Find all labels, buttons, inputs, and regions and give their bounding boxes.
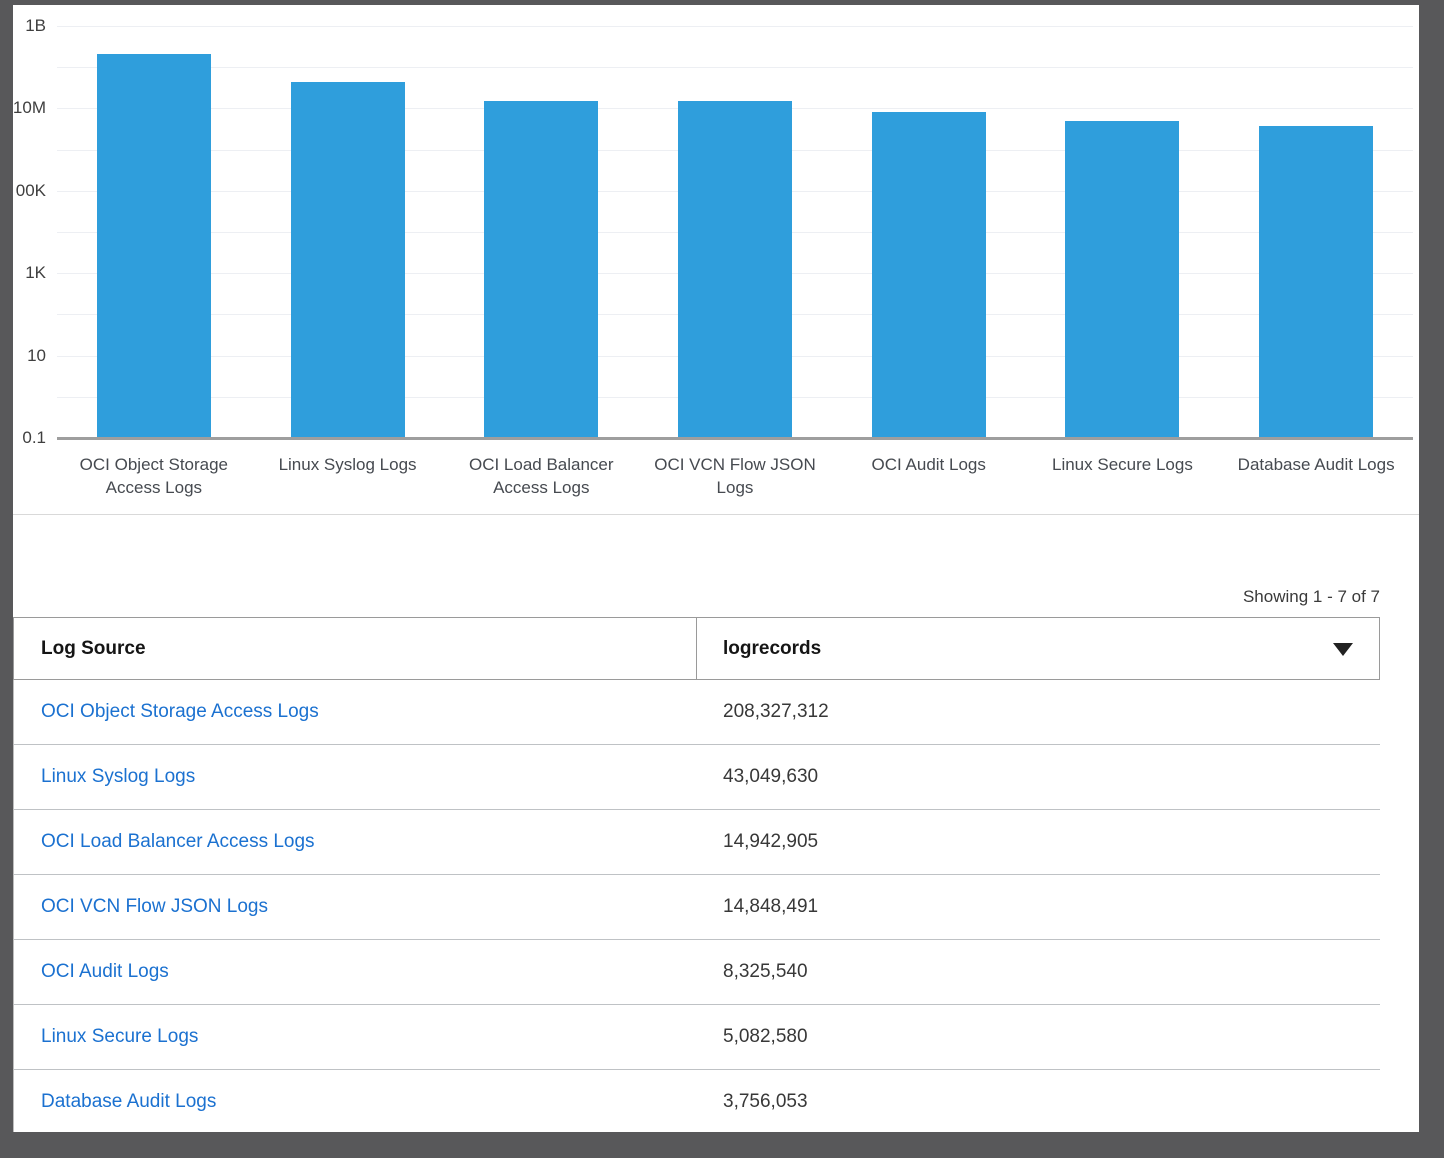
x-axis-category-label: OCI Load Balancer Access Logs	[444, 453, 638, 499]
bar-oci-audit-logs[interactable]	[872, 112, 986, 437]
table-row: OCI Object Storage Access Logs 208,327,31…	[14, 680, 1380, 745]
logrecords-bar-chart: 1B 10M 00K 1K 10 0.1 OCI Object Storage Access…	[13, 5, 1419, 514]
log-source-link[interactable]: OCI Load Balancer Access Logs	[41, 831, 315, 852]
bar-database-audit-logs[interactable]	[1259, 126, 1373, 437]
log-source-link[interactable]: Linux Secure Logs	[41, 1026, 198, 1047]
log-source-cell: Linux Syslog Logs	[14, 766, 697, 788]
logrecords-value: 8,325,540	[697, 961, 1380, 983]
sort-descending-icon[interactable]	[1333, 643, 1353, 656]
log-source-cell: OCI Load Balancer Access Logs	[14, 831, 697, 853]
log-source-cell: Linux Secure Logs	[14, 1026, 697, 1048]
y-axis-tick-label: 10	[13, 345, 46, 367]
bar-oci-object-storage-access-logs[interactable]	[97, 54, 211, 437]
column-header-log-source-label: Log Source	[41, 638, 146, 660]
column-header-logrecords-label: logrecords	[723, 638, 821, 660]
column-header-log-source: Log Source	[14, 618, 697, 679]
y-axis-tick-label: 1K	[13, 262, 46, 284]
logrecords-value: 5,082,580	[697, 1026, 1380, 1048]
log-source-link[interactable]: Linux Syslog Logs	[41, 766, 195, 787]
dashboard-panel: 1B 10M 00K 1K 10 0.1 OCI Object Storage Access…	[13, 5, 1419, 1132]
log-source-link[interactable]: OCI VCN Flow JSON Logs	[41, 896, 268, 917]
x-axis-category-label: OCI VCN Flow JSON Logs	[638, 453, 832, 499]
y-axis-tick-label: 1B	[13, 15, 46, 37]
table-body: OCI Object Storage Access Logs 208,327,31…	[13, 680, 1380, 1132]
log-source-cell: Database Audit Logs	[14, 1091, 697, 1113]
column-header-logrecords[interactable]: logrecords	[697, 618, 1379, 679]
table-row: OCI Load Balancer Access Logs 14,942,905	[14, 810, 1380, 875]
y-axis-tick-label: 0.1	[13, 427, 46, 449]
logrecords-value: 43,049,630	[697, 766, 1380, 788]
table-row: Linux Secure Logs 5,082,580	[14, 1005, 1380, 1070]
y-axis-tick-label: 00K	[13, 180, 46, 202]
x-axis-category-label: Linux Secure Logs	[1026, 453, 1220, 476]
y-gridline	[57, 67, 1413, 68]
bar-oci-vcn-flow-json-logs[interactable]	[678, 101, 792, 437]
section-divider	[13, 514, 1419, 515]
table-row: Database Audit Logs 3,756,053	[14, 1070, 1380, 1132]
logrecords-value: 208,327,312	[697, 701, 1380, 723]
bar-linux-syslog-logs[interactable]	[291, 82, 405, 437]
logrecords-value: 14,848,491	[697, 896, 1380, 918]
log-source-link[interactable]: Database Audit Logs	[41, 1091, 216, 1112]
log-source-link[interactable]: OCI Audit Logs	[41, 961, 169, 982]
log-sources-table: Log Source logrecords OCI Object Storage…	[13, 617, 1380, 1132]
log-source-cell: OCI Audit Logs	[14, 961, 697, 983]
log-source-cell: OCI Object Storage Access Logs	[14, 701, 697, 723]
table-header-row: Log Source logrecords	[13, 617, 1380, 680]
bar-oci-load-balancer-access-logs[interactable]	[484, 101, 598, 437]
x-axis-line	[57, 437, 1413, 440]
log-source-cell: OCI VCN Flow JSON Logs	[14, 896, 697, 918]
x-axis-category-label: Linux Syslog Logs	[251, 453, 445, 476]
bar-linux-secure-logs[interactable]	[1065, 121, 1179, 437]
x-axis-category-label: Database Audit Logs	[1219, 453, 1413, 476]
x-axis-category-label: OCI Object Storage Access Logs	[57, 453, 251, 499]
y-axis-tick-label: 10M	[13, 97, 46, 119]
logrecords-value: 14,942,905	[697, 831, 1380, 853]
y-gridline	[57, 26, 1413, 27]
x-axis-category-label: OCI Audit Logs	[832, 453, 1026, 476]
table-row: OCI VCN Flow JSON Logs 14,848,491	[14, 875, 1380, 940]
pagination-status: Showing 1 - 7 of 7	[1243, 586, 1380, 608]
table-row: Linux Syslog Logs 43,049,630	[14, 745, 1380, 810]
log-source-link[interactable]: OCI Object Storage Access Logs	[41, 701, 319, 722]
table-row: OCI Audit Logs 8,325,540	[14, 940, 1380, 1005]
logrecords-value: 3,756,053	[697, 1091, 1380, 1113]
